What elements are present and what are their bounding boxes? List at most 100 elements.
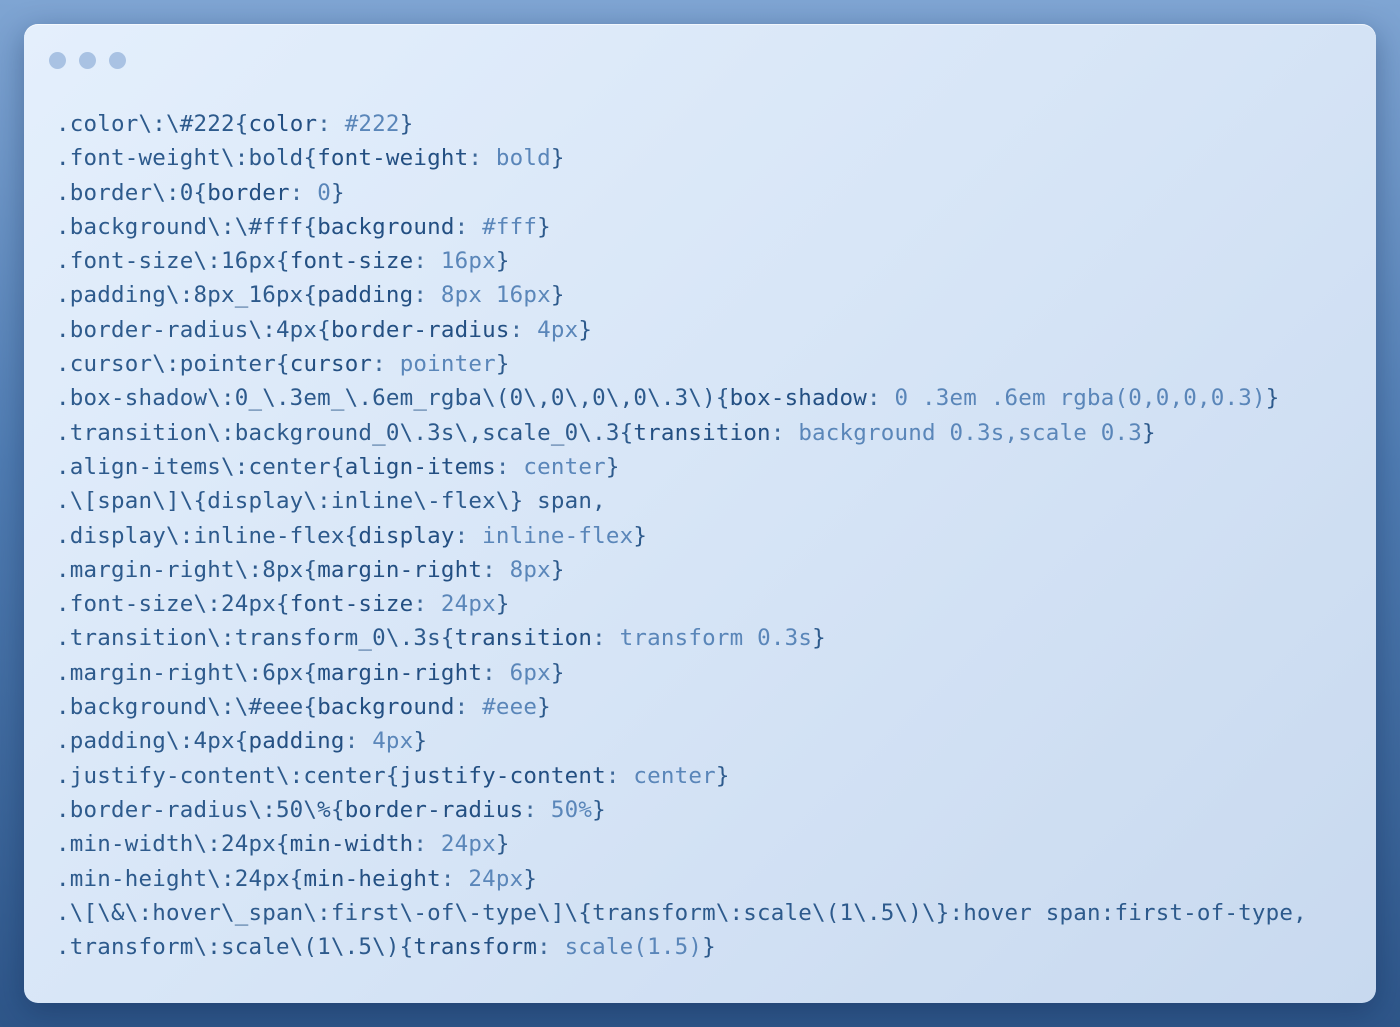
code-property: font-weight bbox=[317, 145, 469, 172]
code-line: .\[\&\:hover\_span\:first\-of\-type\]\{t… bbox=[56, 896, 1307, 930]
code-selector: .background\:\#eee bbox=[56, 694, 304, 721]
code-selector: .justify-content\:center bbox=[56, 762, 386, 789]
close-dot-icon[interactable] bbox=[49, 52, 66, 69]
open-brace: { bbox=[234, 111, 249, 137]
colon: : bbox=[440, 865, 469, 892]
code-value: transform 0.3s bbox=[619, 625, 813, 652]
code-line: .min-height\:24px{min-height: 24px} bbox=[56, 862, 1307, 896]
code-property: align-items bbox=[344, 453, 496, 480]
code-value: 0 .3em .6em rgba(0,0,0,0.3) bbox=[894, 385, 1266, 412]
code-value: scale(1.5) bbox=[564, 934, 703, 961]
colon: : bbox=[867, 385, 895, 412]
open-brace: { bbox=[715, 385, 730, 412]
code-line: .padding\:4px{padding: 4px} bbox=[56, 724, 1307, 758]
code-selector: .border\:0 bbox=[56, 179, 194, 206]
code-selector: .transition\:background_0\.3s\,scale_0\.… bbox=[56, 419, 620, 446]
code-value: #fff bbox=[482, 213, 538, 240]
code-selector: .margin-right\:6px bbox=[56, 659, 304, 686]
code-value: 0 bbox=[317, 179, 331, 206]
code-value: #222 bbox=[344, 111, 400, 137]
code-value: center bbox=[633, 762, 716, 789]
colon: : bbox=[454, 694, 483, 721]
colon: : bbox=[317, 111, 345, 137]
code-property: cursor bbox=[289, 351, 373, 378]
close-brace: } bbox=[399, 111, 414, 137]
code-selector: .border-radius\:50\% bbox=[56, 796, 331, 823]
code-value: 16px bbox=[440, 248, 496, 275]
open-brace: { bbox=[399, 934, 414, 961]
code-selector: .background\:\#fff bbox=[56, 213, 304, 240]
code-line: .background\:\#eee{background: #eee} bbox=[56, 690, 1307, 724]
colon: : bbox=[482, 556, 510, 583]
open-brace: { bbox=[385, 762, 400, 789]
code-property: margin-right bbox=[317, 659, 483, 686]
code-selector: .color\:\#222 bbox=[56, 111, 235, 137]
open-brace: { bbox=[330, 796, 345, 823]
code-value: bold bbox=[495, 145, 551, 172]
open-brace: { bbox=[193, 179, 208, 206]
colon: : bbox=[413, 591, 441, 618]
open-brace: { bbox=[303, 213, 318, 240]
code-value: 50% bbox=[550, 796, 593, 823]
code-line: .padding\:8px_16px{padding: 8px 16px} bbox=[56, 278, 1307, 312]
code-selector: .padding\:4px bbox=[56, 728, 235, 755]
code-selector: .border-radius\:4px bbox=[56, 316, 318, 343]
code-line: .border\:0{border: 0} bbox=[56, 176, 1307, 210]
code-property: min-width bbox=[289, 831, 414, 858]
colon: : bbox=[454, 213, 483, 240]
open-brace: { bbox=[344, 522, 359, 549]
close-brace: } bbox=[413, 728, 428, 755]
code-line: .\[span\]\{display\:inline\-flex\} span, bbox=[56, 484, 1307, 518]
code-line: .min-width\:24px{min-width: 24px} bbox=[56, 827, 1307, 861]
code-value: 4px bbox=[537, 316, 579, 343]
close-brace: } bbox=[495, 248, 510, 275]
open-brace: { bbox=[303, 282, 318, 309]
open-brace: { bbox=[275, 831, 290, 858]
minimize-dot-icon[interactable] bbox=[79, 52, 96, 69]
code-property: transform bbox=[413, 934, 538, 961]
close-brace: } bbox=[605, 453, 620, 480]
code-property: border-radius bbox=[344, 796, 524, 823]
colon: : bbox=[468, 145, 496, 172]
open-brace: { bbox=[234, 728, 249, 755]
code-property: box-shadow bbox=[729, 385, 868, 412]
code-line: .font-size\:16px{font-size: 16px} bbox=[56, 244, 1307, 278]
code-line: .cursor\:pointer{cursor: pointer} bbox=[56, 347, 1307, 381]
code-property: padding bbox=[317, 282, 414, 309]
colon: : bbox=[509, 316, 538, 343]
code-property: padding bbox=[248, 728, 345, 755]
open-brace: { bbox=[275, 248, 290, 275]
code-line: .border-radius\:4px{border-radius: 4px} bbox=[56, 313, 1307, 347]
close-brace: } bbox=[537, 694, 551, 721]
code-window: .color\:\#222{color: #222} .font-weight\:… bbox=[24, 24, 1376, 1003]
close-brace: } bbox=[495, 351, 510, 378]
close-brace: } bbox=[330, 179, 345, 206]
close-brace: } bbox=[495, 591, 510, 618]
close-brace: } bbox=[578, 316, 593, 343]
close-brace: } bbox=[715, 762, 730, 789]
open-brace: { bbox=[303, 694, 318, 721]
code-line: .box-shadow\:0_\.3em_\.6em_rgba\(0\,0\,0… bbox=[56, 381, 1307, 415]
code-value: 8px bbox=[509, 556, 551, 583]
code-property: background bbox=[317, 213, 455, 240]
maximize-dot-icon[interactable] bbox=[109, 52, 126, 69]
code-property: font-size bbox=[289, 248, 414, 275]
code-selector: .margin-right\:8px bbox=[56, 556, 304, 583]
code-value: pointer bbox=[399, 351, 496, 378]
code-line: .display\:inline-flex{display: inline-fl… bbox=[56, 519, 1307, 553]
code-value: background 0.3s,scale 0.3 bbox=[798, 419, 1142, 446]
colon: : bbox=[413, 831, 441, 858]
close-brace: } bbox=[537, 213, 551, 240]
colon: : bbox=[289, 179, 318, 206]
code-value: #eee bbox=[482, 694, 538, 721]
close-brace: } bbox=[1141, 419, 1156, 446]
open-brace: { bbox=[317, 316, 331, 343]
close-brace: } bbox=[523, 865, 538, 892]
code-line: .margin-right\:6px{margin-right: 6px} bbox=[56, 656, 1307, 690]
code-property: transition bbox=[633, 419, 771, 446]
close-brace: } bbox=[550, 282, 565, 309]
code-value: center bbox=[523, 453, 606, 480]
css-code-block: .color\:\#222{color: #222} .font-weight\:… bbox=[56, 107, 1307, 964]
code-value: 24px bbox=[468, 865, 524, 892]
code-line: .background\:\#fff{background: #fff} bbox=[56, 210, 1307, 244]
